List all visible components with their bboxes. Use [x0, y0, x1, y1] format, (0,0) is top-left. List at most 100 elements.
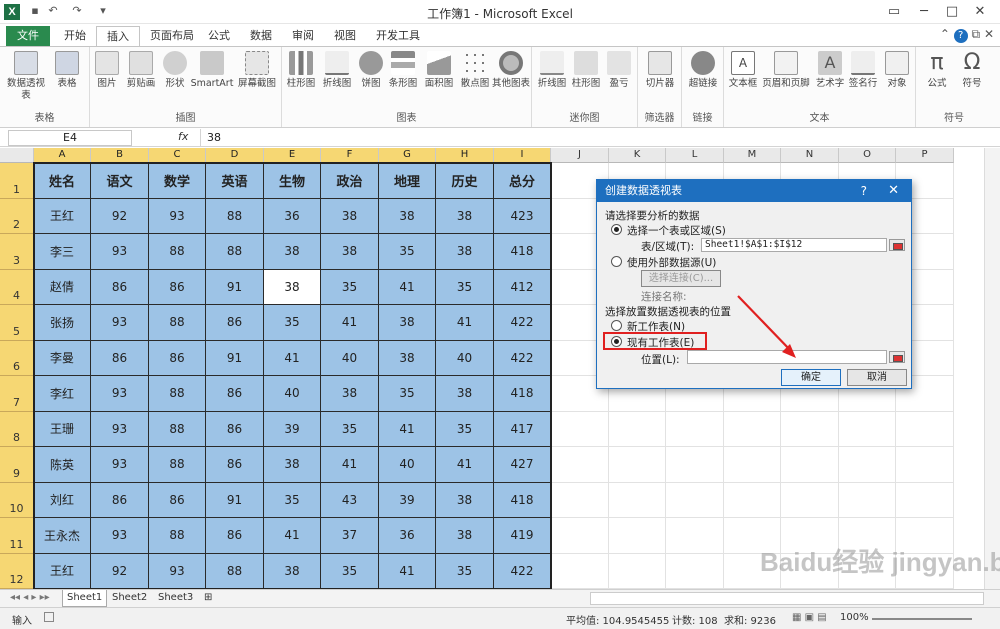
- empty-cell[interactable]: [666, 447, 724, 483]
- table-cell[interactable]: 422: [494, 305, 551, 341]
- table-cell[interactable]: 35: [436, 411, 494, 447]
- table-cell[interactable]: 35: [264, 482, 321, 518]
- tab-review[interactable]: 审阅: [282, 26, 324, 46]
- formula-input[interactable]: 38: [200, 129, 1000, 147]
- table-header-cell[interactable]: 姓名: [34, 163, 91, 199]
- row-header[interactable]: 8: [0, 411, 34, 447]
- empty-cell[interactable]: [839, 411, 896, 447]
- tab-insert[interactable]: 插入: [96, 26, 140, 47]
- table-cell[interactable]: 38: [321, 198, 379, 234]
- tab-view[interactable]: 视图: [324, 26, 366, 46]
- table-cell[interactable]: 35: [436, 553, 494, 589]
- name-box[interactable]: E4: [8, 130, 132, 146]
- column-header[interactable]: O: [839, 148, 896, 163]
- shapes-button[interactable]: 形状: [160, 51, 190, 90]
- empty-cell[interactable]: [781, 447, 839, 483]
- empty-cell[interactable]: [609, 447, 666, 483]
- symbol-button[interactable]: Ω 符号: [956, 51, 988, 90]
- table-cell[interactable]: 86: [91, 340, 149, 376]
- table-cell[interactable]: 93: [91, 411, 149, 447]
- table-cell[interactable]: 40: [264, 376, 321, 412]
- table-cell[interactable]: 91: [206, 340, 264, 376]
- signature-line-button[interactable]: 签名行: [846, 51, 880, 90]
- row-header[interactable]: 4: [0, 269, 34, 305]
- horizontal-scrollbar[interactable]: [590, 592, 984, 605]
- table-cell[interactable]: 王珊: [34, 411, 91, 447]
- table-cell[interactable]: 38: [436, 518, 494, 554]
- table-cell[interactable]: 李红: [34, 376, 91, 412]
- sheet-tab-2[interactable]: Sheet2: [108, 590, 151, 607]
- sheet-nav-arrows[interactable]: ◂◂ ◂ ▸ ▸▸: [6, 590, 54, 607]
- range-input[interactable]: Sheet1!$A$1:$I$12: [701, 238, 887, 252]
- table-cell[interactable]: 赵倩: [34, 269, 91, 305]
- empty-cell[interactable]: [609, 411, 666, 447]
- table-cell[interactable]: 88: [149, 234, 206, 270]
- tab-home[interactable]: 开始: [54, 26, 96, 46]
- table-cell[interactable]: 86: [149, 269, 206, 305]
- table-cell[interactable]: 35: [379, 376, 436, 412]
- area-chart-button[interactable]: 面积图: [422, 51, 456, 90]
- header-footer-button[interactable]: 页眉和页脚: [760, 51, 812, 90]
- table-cell[interactable]: 93: [149, 198, 206, 234]
- empty-cell[interactable]: [781, 411, 839, 447]
- table-cell[interactable]: 41: [379, 411, 436, 447]
- table-cell[interactable]: 88: [206, 553, 264, 589]
- table-button[interactable]: 表格: [50, 51, 84, 90]
- table-cell[interactable]: 35: [379, 234, 436, 270]
- empty-cell[interactable]: [551, 482, 609, 518]
- table-cell[interactable]: 93: [91, 518, 149, 554]
- screenshot-button[interactable]: 屏幕截图: [236, 51, 278, 90]
- table-header-cell[interactable]: 地理: [379, 163, 436, 199]
- row-header[interactable]: 2: [0, 198, 34, 234]
- restore-icon[interactable]: ⧉: [972, 27, 981, 41]
- view-buttons[interactable]: ▦ ▣ ▤: [792, 612, 827, 623]
- table-cell[interactable]: 417: [494, 411, 551, 447]
- zoom-level[interactable]: 100%: [840, 612, 869, 623]
- empty-cell[interactable]: [609, 518, 666, 554]
- radio-external-source[interactable]: [611, 256, 622, 267]
- table-cell[interactable]: 38: [436, 234, 494, 270]
- column-header[interactable]: F: [321, 148, 379, 163]
- macro-record-icon[interactable]: [44, 612, 54, 622]
- table-cell[interactable]: 李曼: [34, 340, 91, 376]
- table-cell[interactable]: 王红: [34, 198, 91, 234]
- table-cell[interactable]: 423: [494, 198, 551, 234]
- row-header[interactable]: 11: [0, 518, 34, 554]
- radio-new-sheet[interactable]: [611, 320, 622, 331]
- tab-file[interactable]: 文件: [6, 26, 50, 46]
- table-cell[interactable]: 35: [436, 269, 494, 305]
- wordart-button[interactable]: A 艺术字: [814, 51, 846, 90]
- table-cell[interactable]: 38: [436, 482, 494, 518]
- column-header[interactable]: A: [34, 148, 91, 163]
- sparkline-line-button[interactable]: 折线图: [536, 51, 568, 90]
- table-cell[interactable]: 93: [91, 305, 149, 341]
- tab-data[interactable]: 数据: [240, 26, 282, 46]
- table-cell[interactable]: 38: [436, 376, 494, 412]
- column-header[interactable]: H: [436, 148, 494, 163]
- smartart-button[interactable]: SmartArt: [190, 51, 234, 90]
- table-cell[interactable]: 88: [149, 376, 206, 412]
- table-cell[interactable]: 38: [321, 376, 379, 412]
- new-sheet-icon[interactable]: ⊞: [200, 590, 216, 607]
- table-cell[interactable]: 陈英: [34, 447, 91, 483]
- table-cell[interactable]: 86: [206, 305, 264, 341]
- table-cell[interactable]: 41: [379, 269, 436, 305]
- empty-cell[interactable]: [839, 482, 896, 518]
- empty-cell[interactable]: [609, 482, 666, 518]
- zoom-slider[interactable]: [872, 618, 972, 620]
- table-cell[interactable]: 91: [206, 269, 264, 305]
- empty-cell[interactable]: [896, 482, 954, 518]
- dialog-close-button[interactable]: ✕: [888, 180, 899, 202]
- object-button[interactable]: 对象: [882, 51, 912, 90]
- table-header-cell[interactable]: 政治: [321, 163, 379, 199]
- table-cell[interactable]: 35: [321, 553, 379, 589]
- row-header[interactable]: 1: [0, 163, 34, 199]
- table-cell[interactable]: 91: [206, 482, 264, 518]
- column-header[interactable]: L: [666, 148, 724, 163]
- table-cell[interactable]: 86: [206, 376, 264, 412]
- empty-cell[interactable]: [724, 482, 781, 518]
- table-cell[interactable]: 88: [206, 234, 264, 270]
- table-cell[interactable]: 86: [91, 482, 149, 518]
- empty-cell[interactable]: [609, 553, 666, 589]
- table-cell[interactable]: 38: [264, 447, 321, 483]
